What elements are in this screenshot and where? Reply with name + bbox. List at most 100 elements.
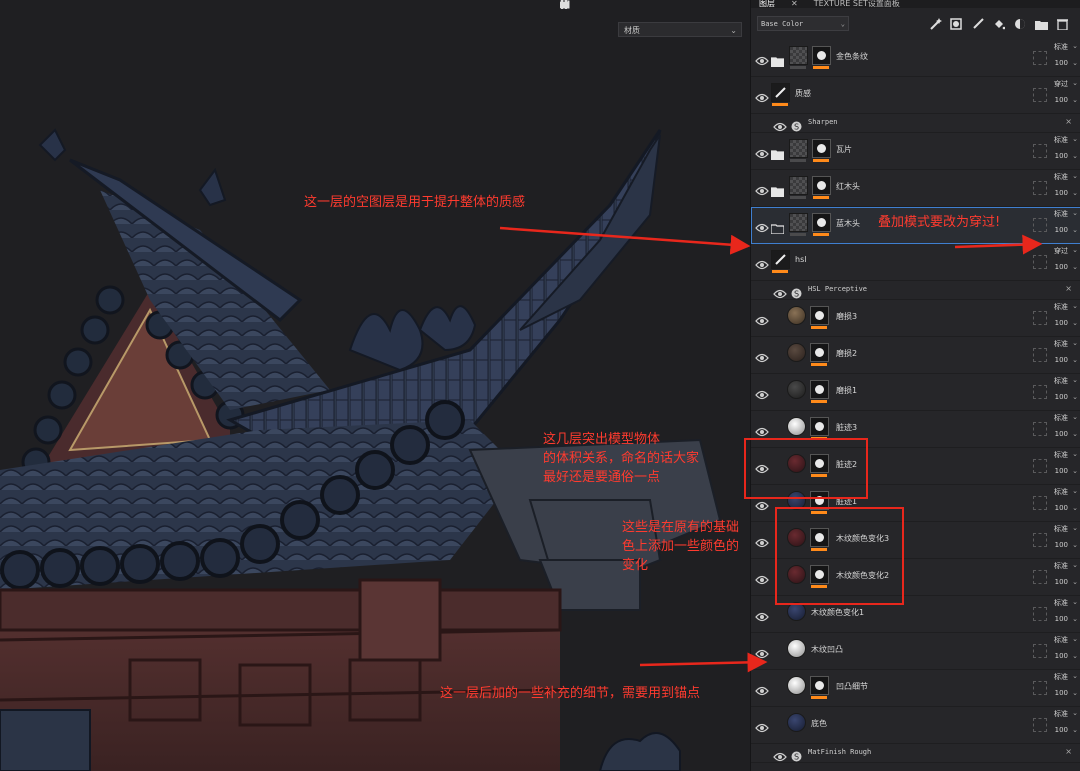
visibility-eye-icon[interactable] bbox=[755, 181, 769, 196]
visibility-eye-icon[interactable] bbox=[755, 422, 769, 437]
folder-icon[interactable] bbox=[1034, 17, 1048, 31]
visibility-eye-icon[interactable] bbox=[755, 218, 769, 233]
opacity-value[interactable]: 100 bbox=[1055, 189, 1068, 197]
blend-mode-select[interactable]: 标准 bbox=[1054, 42, 1068, 52]
blend-mode-select[interactable]: 标准 bbox=[1054, 709, 1068, 719]
visibility-eye-icon[interactable] bbox=[773, 284, 787, 299]
blend-mode-select[interactable]: 标准 bbox=[1054, 487, 1068, 497]
opacity-value[interactable]: 100 bbox=[1055, 393, 1068, 401]
visibility-eye-icon[interactable] bbox=[755, 311, 769, 326]
paint-brush-icon[interactable] bbox=[971, 17, 985, 31]
folder-icon[interactable] bbox=[770, 52, 785, 68]
visibility-eye-icon[interactable] bbox=[755, 644, 769, 659]
visibility-eye-icon[interactable] bbox=[755, 348, 769, 363]
layer-row[interactable]: hsl 穿过 ⌄ 100 ⌄ bbox=[751, 244, 1080, 281]
magic-wand-icon[interactable] bbox=[929, 17, 943, 31]
visibility-eye-icon[interactable] bbox=[755, 255, 769, 270]
visibility-eye-icon[interactable] bbox=[755, 533, 769, 548]
view-cube-icon[interactable] bbox=[560, 0, 604, 10]
folder-icon[interactable] bbox=[770, 145, 785, 161]
blend-mode-select[interactable]: 标准 bbox=[1054, 524, 1068, 534]
effect-row[interactable]: S HSL Perceptive × bbox=[751, 281, 1080, 300]
remove-effect-icon[interactable]: × bbox=[1065, 117, 1072, 126]
effect-row[interactable]: S Sharpen × bbox=[751, 114, 1080, 133]
folder-icon[interactable] bbox=[770, 182, 785, 198]
visibility-eye-icon[interactable] bbox=[755, 607, 769, 622]
channel-select[interactable]: Base Color ⌄ bbox=[757, 16, 849, 31]
blend-mode-select[interactable]: 标准 bbox=[1054, 561, 1068, 571]
blend-mode-select[interactable]: 穿过 bbox=[1054, 246, 1068, 256]
opacity-value[interactable]: 100 bbox=[1055, 226, 1068, 234]
screenshot-icon[interactable] bbox=[560, 0, 656, 10]
layer-row[interactable]: 磨损2 标准 ⌄ 100 ⌄ bbox=[751, 337, 1080, 374]
opacity-value[interactable]: 100 bbox=[1055, 319, 1068, 327]
layer-mask-thumbnail[interactable] bbox=[810, 306, 829, 325]
layer-mask-thumbnail[interactable] bbox=[812, 176, 831, 195]
layer-row[interactable]: 磨损1 标准 ⌄ 100 ⌄ bbox=[751, 374, 1080, 411]
opacity-value[interactable]: 100 bbox=[1055, 541, 1068, 549]
opacity-value[interactable]: 100 bbox=[1055, 726, 1068, 734]
visibility-eye-icon[interactable] bbox=[755, 144, 769, 159]
layer-row[interactable]: 磨损3 标准 ⌄ 100 ⌄ bbox=[751, 300, 1080, 337]
opacity-value[interactable]: 100 bbox=[1055, 467, 1068, 475]
blend-mode-select[interactable]: 标准 bbox=[1054, 172, 1068, 182]
opacity-value[interactable]: 100 bbox=[1055, 504, 1068, 512]
blend-mode-select[interactable]: 标准 bbox=[1054, 376, 1068, 386]
tab-close-icon[interactable]: ✕ bbox=[783, 0, 806, 8]
layer-row[interactable]: 质感 穿过 ⌄ 100 ⌄ bbox=[751, 77, 1080, 114]
mask-icon[interactable] bbox=[1013, 17, 1027, 31]
tab-layers[interactable]: 图层 bbox=[751, 0, 783, 8]
layer-mask-thumbnail[interactable] bbox=[812, 46, 831, 65]
folder-open-icon[interactable] bbox=[770, 219, 785, 235]
layer-mask-thumbnail[interactable] bbox=[812, 213, 831, 232]
blend-mode-select[interactable]: 标准 bbox=[1054, 302, 1068, 312]
layer-mask-thumbnail[interactable] bbox=[812, 139, 831, 158]
layer-mask-thumbnail[interactable] bbox=[810, 417, 829, 436]
visibility-eye-icon[interactable] bbox=[755, 88, 769, 103]
visibility-eye-icon[interactable] bbox=[755, 681, 769, 696]
fill-layer-icon[interactable] bbox=[949, 17, 963, 31]
blend-mode-select[interactable]: 标准 bbox=[1054, 339, 1068, 349]
material-mode-select[interactable]: 材质 ⌄ bbox=[618, 22, 742, 37]
blend-mode-select[interactable]: 标准 bbox=[1054, 672, 1068, 682]
blend-mode-select[interactable]: 标准 bbox=[1054, 598, 1068, 608]
camera-icon[interactable] bbox=[560, 0, 630, 10]
remove-effect-icon[interactable]: × bbox=[1065, 284, 1072, 293]
blend-mode-select[interactable]: 标准 bbox=[1054, 209, 1068, 219]
visibility-eye-icon[interactable] bbox=[755, 51, 769, 66]
remove-effect-icon[interactable]: × bbox=[1065, 747, 1072, 756]
blend-mode-select[interactable]: 标准 bbox=[1054, 135, 1068, 145]
blend-mode-select[interactable]: 标准 bbox=[1054, 450, 1068, 460]
visibility-eye-icon[interactable] bbox=[755, 385, 769, 400]
visibility-eye-icon[interactable] bbox=[773, 747, 787, 762]
blend-mode-select[interactable]: 穿过 bbox=[1054, 79, 1068, 89]
3d-viewport[interactable]: 材质 ⌄ bbox=[0, 0, 750, 771]
layer-row[interactable]: 瓦片 标准 ⌄ 100 ⌄ bbox=[751, 133, 1080, 170]
opacity-value[interactable]: 100 bbox=[1055, 578, 1068, 586]
visibility-eye-icon[interactable] bbox=[755, 718, 769, 733]
opacity-value[interactable]: 100 bbox=[1055, 263, 1068, 271]
opacity-value[interactable]: 100 bbox=[1055, 356, 1068, 364]
layer-row[interactable]: 底色 标准 ⌄ 100 ⌄ bbox=[751, 707, 1080, 744]
layer-row[interactable]: 红木头 标准 ⌄ 100 ⌄ bbox=[751, 170, 1080, 207]
blend-mode-select[interactable]: 标准 bbox=[1054, 635, 1068, 645]
opacity-value[interactable]: 100 bbox=[1055, 430, 1068, 438]
opacity-value[interactable]: 100 bbox=[1055, 615, 1068, 623]
visibility-eye-icon[interactable] bbox=[773, 117, 787, 132]
layer-row[interactable]: 金色条纹 标准 ⌄ 100 ⌄ bbox=[751, 40, 1080, 77]
visibility-eye-icon[interactable] bbox=[755, 570, 769, 585]
fill-bucket-icon[interactable] bbox=[992, 17, 1006, 31]
layer-mask-thumbnail[interactable] bbox=[810, 343, 829, 362]
effect-row[interactable]: S MatFinish Rough × bbox=[751, 744, 1080, 763]
blend-mode-select[interactable]: 标准 bbox=[1054, 413, 1068, 423]
layer-row[interactable]: 凹凸细节 标准 ⌄ 100 ⌄ bbox=[751, 670, 1080, 707]
opacity-value[interactable]: 100 bbox=[1055, 96, 1068, 104]
tab-texture-set-settings[interactable]: TEXTURE SET设置面板 bbox=[806, 0, 908, 8]
layer-mask-thumbnail[interactable] bbox=[810, 676, 829, 695]
opacity-value[interactable]: 100 bbox=[1055, 59, 1068, 67]
trash-icon[interactable] bbox=[1055, 17, 1069, 31]
opacity-value[interactable]: 100 bbox=[1055, 689, 1068, 697]
layer-row[interactable]: 木纹凹凸 标准 ⌄ 100 ⌄ bbox=[751, 633, 1080, 670]
opacity-value[interactable]: 100 bbox=[1055, 652, 1068, 660]
layer-mask-thumbnail[interactable] bbox=[810, 380, 829, 399]
